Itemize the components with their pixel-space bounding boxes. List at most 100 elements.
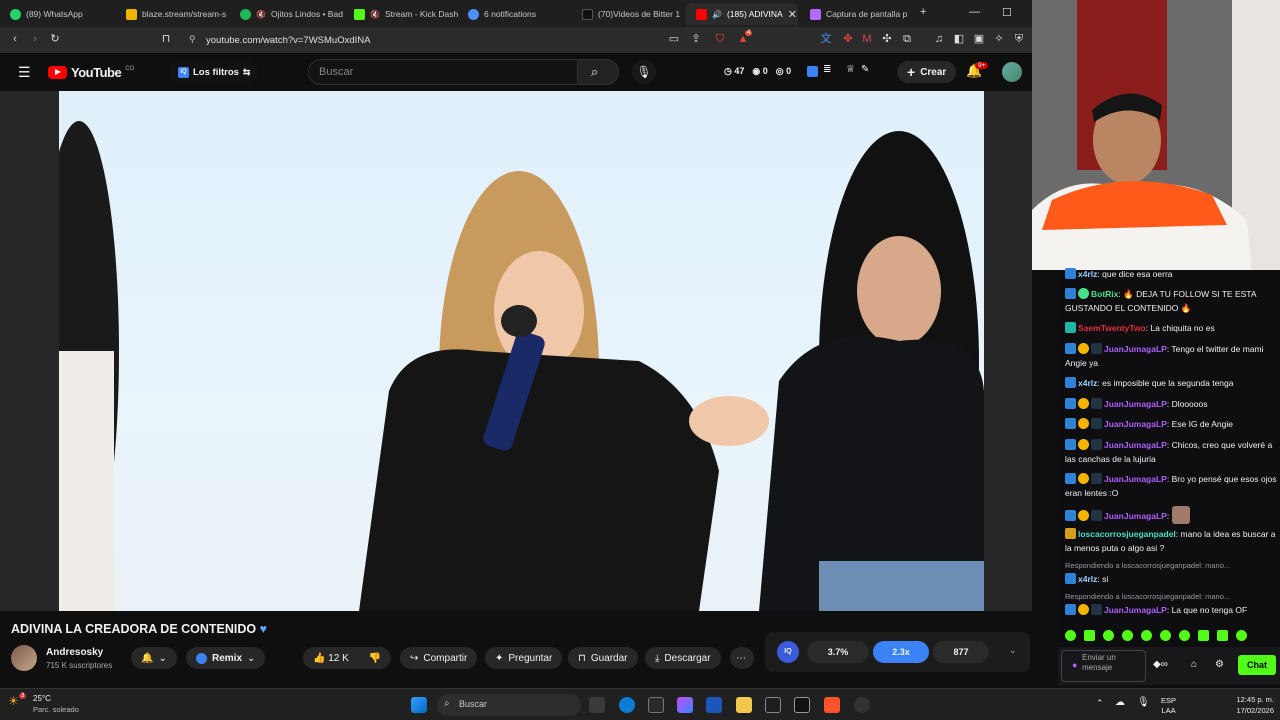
reload-icon[interactable]: ↻	[49, 33, 61, 45]
minimize-icon[interactable]: —	[969, 6, 980, 18]
tiktok-app-icon[interactable]	[794, 697, 810, 713]
sidebar-icon[interactable]: ◧	[953, 33, 965, 45]
cast-icon[interactable]: ▭	[668, 33, 680, 45]
bookmark-icon[interactable]: ⊓	[160, 33, 172, 45]
chat-input[interactable]: ● Enviar un mensaje	[1061, 650, 1146, 682]
task-view-icon[interactable]	[589, 697, 605, 713]
youtube-logo[interactable]: YouTube CO	[48, 65, 134, 80]
more-actions-button[interactable]: ⋯	[730, 647, 754, 669]
chat-user[interactable]: JuanJumagaLP	[1104, 344, 1167, 354]
chat-user[interactable]: loscacorrosjueganpadel	[1078, 529, 1176, 539]
language-indicator[interactable]: ESP LAA	[1161, 696, 1176, 716]
channel-name[interactable]: Andresosky	[46, 647, 103, 658]
search-input[interactable]: Buscar	[308, 59, 578, 85]
chat-user[interactable]: JuanJumagaLP	[1104, 605, 1167, 615]
media-icon[interactable]: ♫	[933, 33, 945, 45]
clock[interactable]: 12:45 p. m. 17/02/2026	[1222, 694, 1274, 716]
chat-user[interactable]: JuanJumagaLP	[1104, 419, 1167, 429]
new-tab-icon[interactable]: +	[920, 6, 926, 18]
emote-icon[interactable]	[1160, 630, 1171, 641]
taskbar-search[interactable]: ⌕ Buscar	[437, 694, 581, 716]
trophy-icon[interactable]: ♕	[846, 64, 855, 75]
remix-button[interactable]: Remix ⌄	[186, 647, 266, 669]
emote-icon[interactable]	[1217, 630, 1228, 641]
store-icon[interactable]: ⌂	[1191, 659, 1197, 670]
translate-icon[interactable]: 文	[820, 33, 832, 45]
emote-icon[interactable]	[1122, 630, 1133, 641]
site-info-icon[interactable]: ⚲	[189, 34, 196, 45]
chat-user[interactable]: BotRix	[1091, 289, 1118, 299]
search-button[interactable]: ⌕	[577, 59, 619, 85]
maximize-icon[interactable]: ☐	[1002, 6, 1012, 19]
chat-user[interactable]: JuanJumagaLP	[1104, 440, 1167, 450]
chevron-down-icon[interactable]: ⌄	[1009, 645, 1017, 656]
chat-user[interactable]: JuanJumagaLP	[1104, 399, 1167, 409]
video-player[interactable]	[59, 91, 984, 611]
extensions-icon[interactable]: ✣	[881, 33, 893, 45]
channel-avatar[interactable]	[11, 645, 37, 671]
url-field[interactable]: ⚲ youtube.com/watch?v=7WSMuOxdINA	[184, 30, 824, 50]
obs-icon[interactable]	[854, 697, 870, 713]
tab-kick[interactable]: 🔇 Stream - Kick Dash	[344, 3, 459, 25]
close-tab-icon[interactable]: ✕	[788, 8, 797, 21]
emote-icon[interactable]	[1198, 630, 1209, 641]
emote-icon[interactable]	[1065, 630, 1076, 641]
mic-tray-icon[interactable]: 🎙	[1137, 697, 1150, 708]
weather-icon[interactable]: ☀	[8, 694, 19, 708]
filters-button[interactable]: IQ Los filtros ⇆	[170, 60, 259, 84]
iq-icon[interactable]: IQ	[777, 641, 799, 663]
windows-start-icon[interactable]	[411, 697, 427, 713]
forward-icon[interactable]: ›	[29, 33, 41, 45]
emote-icon[interactable]	[1141, 630, 1152, 641]
ask-button[interactable]: ✦ Preguntar	[485, 647, 563, 669]
menu-icon[interactable]: ☰	[18, 65, 31, 79]
store-app-icon[interactable]	[706, 697, 722, 713]
chat-user[interactable]: x4rlz	[1078, 574, 1097, 584]
iq-icon[interactable]	[807, 66, 818, 77]
edit-icon[interactable]: ✎	[861, 64, 869, 75]
network-icon[interactable]: ☁	[1115, 697, 1125, 708]
tray-chevron-icon[interactable]: ⌃	[1096, 698, 1104, 709]
download-button[interactable]: ⤓ Descargar	[645, 647, 721, 669]
share-button[interactable]: ↪ Compartir	[400, 647, 478, 669]
tab-spotify[interactable]: 🔇 Ojitos Lindos • Bad	[230, 3, 345, 25]
wallet-icon[interactable]: ▣	[973, 33, 985, 45]
chat-user[interactable]: SaemTwentyTwo	[1078, 323, 1146, 333]
like-button[interactable]: 👍 12 K	[313, 653, 349, 664]
create-button[interactable]: + Crear	[897, 61, 957, 83]
emote-icon[interactable]	[1236, 630, 1247, 641]
emote-icon[interactable]	[1084, 630, 1095, 641]
file-explorer-icon[interactable]	[736, 697, 752, 713]
terminal-icon[interactable]	[765, 697, 781, 713]
chat-user[interactable]: x4rlz	[1078, 269, 1097, 279]
apps-icon[interactable]: ◆∞	[1153, 659, 1168, 670]
back-icon[interactable]: ‹	[9, 33, 21, 45]
tab-captura[interactable]: Captura de pantalla p	[800, 3, 912, 25]
emote-icon[interactable]	[1103, 630, 1114, 641]
emote-icon[interactable]	[1179, 630, 1190, 641]
vpn-icon[interactable]: ⛨	[1013, 33, 1025, 45]
brave-shield-icon[interactable]: ⛉	[714, 33, 726, 45]
tab-notifications[interactable]: 6 notifications	[458, 3, 573, 25]
tab-blaze[interactable]: blaze.stream/stream-s	[116, 3, 231, 25]
snipping-tool-icon[interactable]	[648, 697, 664, 713]
save-button[interactable]: ⊓ Guardar	[568, 647, 638, 669]
ai-icon[interactable]: ✧	[993, 33, 1005, 45]
tab-tiktok[interactable]: (70)Videos de Bitter 1	[572, 3, 687, 25]
chat-user[interactable]: JuanJumagaLP	[1104, 474, 1167, 484]
extension-m-icon[interactable]: M	[861, 33, 873, 45]
screenshot-icon[interactable]: ⧉	[901, 33, 913, 45]
tab-whatsapp[interactable]: (89) WhatsApp	[0, 3, 115, 25]
avatar[interactable]	[1002, 62, 1022, 82]
brave-app-icon[interactable]	[824, 697, 840, 713]
share-icon[interactable]: ⇪	[690, 33, 702, 45]
chat-user[interactable]: x4rlz	[1078, 378, 1097, 388]
tab-youtube-active[interactable]: 🔊 (185) ADIVINA ✕	[686, 3, 798, 25]
voice-search-icon[interactable]: 🎙	[632, 60, 656, 84]
subscribed-button[interactable]: 🔔 ⌄	[131, 647, 177, 669]
list-icon[interactable]: ≣	[823, 64, 831, 75]
chat-send-button[interactable]: Chat	[1238, 655, 1276, 675]
edge-icon[interactable]	[619, 697, 635, 713]
extension-red-icon[interactable]: ✤	[842, 33, 854, 45]
chat-user[interactable]: JuanJumagaLP	[1104, 511, 1167, 521]
